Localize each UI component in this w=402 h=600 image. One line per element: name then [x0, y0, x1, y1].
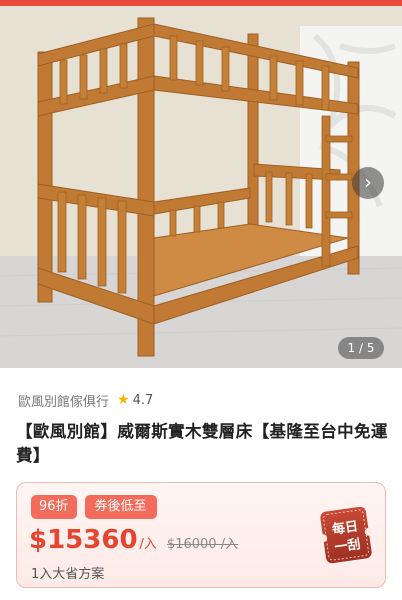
- daily-scratch-icon[interactable]: 每日 一刮: [317, 503, 375, 567]
- chevron-right-icon: ›: [364, 170, 372, 194]
- product-image-gallery[interactable]: › 1 / 5: [0, 6, 402, 368]
- sale-price: $15360: [29, 525, 138, 555]
- bunk-bed-photo: [0, 6, 402, 368]
- seller-name[interactable]: 歐風別館傢俱行: [18, 391, 109, 410]
- seller-rating: 4.7: [132, 392, 154, 408]
- seller-info[interactable]: 歐風別館傢俱行 ★ 4.7: [18, 390, 153, 410]
- price-row: $15360 /入 $16000 /入: [29, 525, 238, 555]
- product-title: 【歐風別館】威爾斯實木雙層床【基隆至台中免運費】: [16, 422, 388, 465]
- gallery-next-button[interactable]: ›: [352, 167, 384, 199]
- price-unit: /入: [139, 537, 157, 552]
- badge-row: 96折 券後低至: [31, 495, 157, 519]
- coupon-badge[interactable]: 券後低至: [84, 495, 157, 519]
- star-icon: ★: [117, 392, 130, 408]
- price-card[interactable]: 96折 券後低至 $15360 /入 $16000 /入 1入大省方案 每日 一…: [16, 482, 386, 588]
- plan-text[interactable]: 1入大省方案: [31, 563, 104, 582]
- image-counter: 1 / 5: [338, 337, 384, 359]
- original-price: $16000 /入: [166, 537, 239, 552]
- discount-badge: 96折: [31, 495, 77, 519]
